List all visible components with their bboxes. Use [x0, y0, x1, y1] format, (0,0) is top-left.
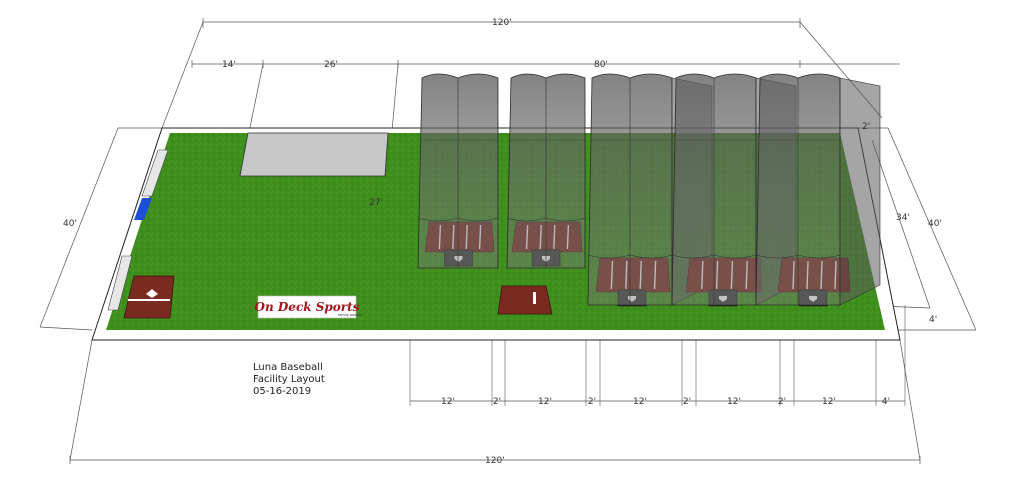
pitching-mat-center [497, 285, 553, 315]
dim-right-40: 40' [928, 219, 942, 229]
title-line-1: Luna Baseball [253, 362, 323, 373]
dim-cage-width: 4' [882, 397, 890, 407]
dim-cage-width: 2' [493, 397, 501, 407]
dim-14: 14' [222, 60, 236, 70]
dim-cage-width: 2' [588, 397, 596, 407]
dim-34: 34' [896, 213, 910, 223]
title-block: Luna Baseball Facility Layout 05-16-2019 [253, 362, 325, 398]
open-area-pad [239, 132, 389, 177]
dim-cage-width: 2' [683, 397, 691, 407]
dim-cage-width: 12' [441, 397, 455, 407]
dim-27: 27' [369, 198, 383, 208]
batting-cage [417, 73, 499, 269]
dim-80: 80' [594, 60, 608, 70]
dim-top-2: 2' [862, 122, 870, 132]
title-line-2: Facility Layout [253, 374, 325, 385]
title-line-3: 05-16-2019 [253, 386, 312, 397]
dim-overall-top: 120' [492, 18, 512, 28]
dim-cage-width: 2' [778, 397, 786, 407]
dim-left-40: 40' [63, 219, 77, 229]
batting-cage [506, 73, 586, 269]
batting-cage [755, 73, 881, 307]
dim-cage-width: 12' [633, 397, 647, 407]
facility-layout-diagram: On Deck Sports family owned 120' 14' 26'… [39, 18, 977, 466]
svg-text:On Deck Sports: On Deck Sports [255, 300, 360, 314]
on-deck-sports-logo: On Deck Sports family owned [255, 295, 362, 319]
dim-cage-width: 12' [822, 397, 836, 407]
dim-cage-width: 12' [538, 397, 552, 407]
dim-bottom-4: 4' [929, 315, 937, 325]
dim-26: 26' [324, 60, 338, 70]
dim-cage-width: 12' [727, 397, 741, 407]
dim-overall-bottom: 120' [485, 456, 505, 466]
svg-text:family owned: family owned [338, 313, 362, 317]
